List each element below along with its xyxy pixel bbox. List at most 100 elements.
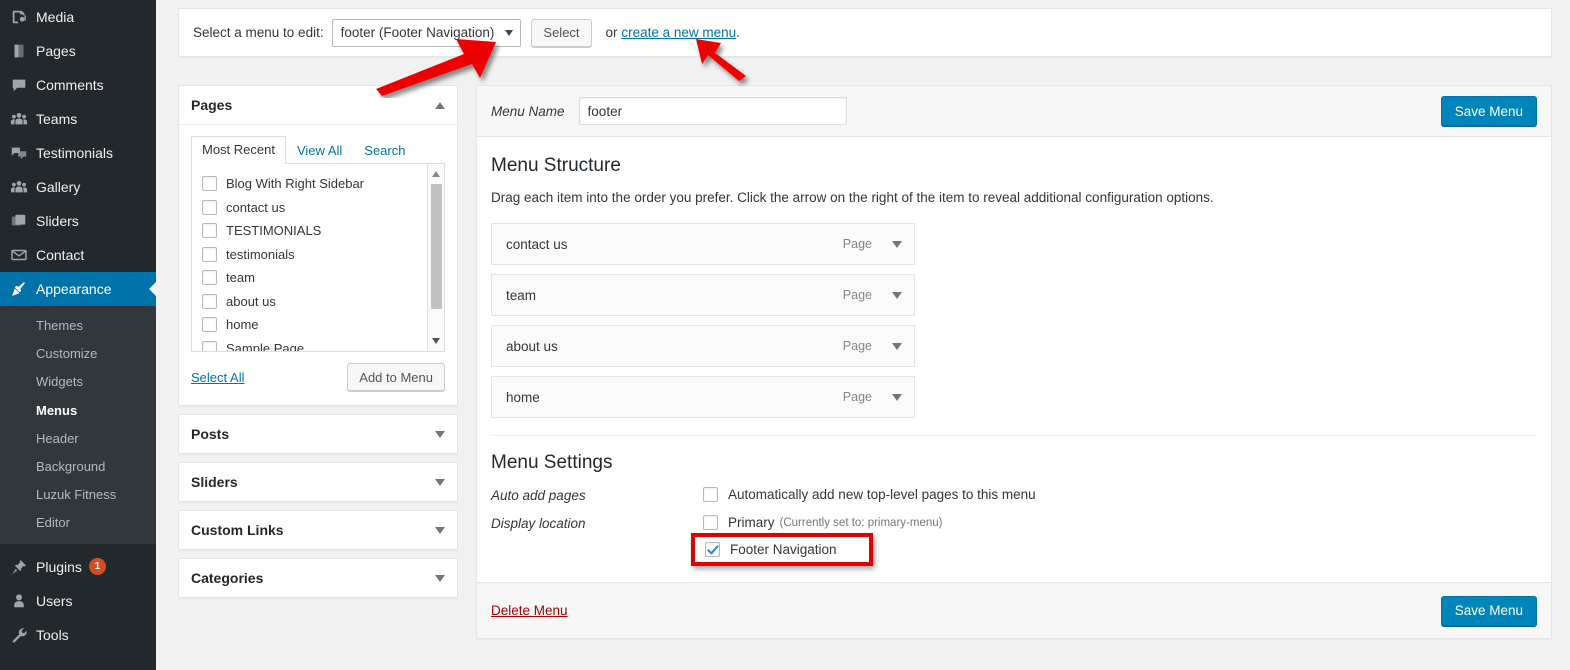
submenu-item-widgets[interactable]: Widgets	[0, 368, 156, 396]
primary-location-checkbox[interactable]	[703, 515, 718, 530]
create-new-menu-link[interactable]: create a new menu	[621, 25, 736, 40]
menu-select-dropdown[interactable]: footer (Footer Navigation)	[331, 18, 522, 47]
page-checkbox[interactable]	[202, 293, 217, 309]
chevron-down-icon[interactable]	[892, 342, 902, 350]
menu-editor-footer: Delete Menu Save Menu	[477, 582, 1551, 638]
sidebar-item-sliders[interactable]: Sliders	[0, 204, 156, 238]
sidebar-item-pages[interactable]: Pages	[0, 34, 156, 68]
sidebar-item-label: Testimonials	[36, 145, 114, 161]
submenu-item-customize[interactable]: Customize	[0, 340, 156, 368]
categories-postbox-header[interactable]: Categories	[179, 559, 457, 597]
posts-postbox[interactable]: Posts	[178, 414, 458, 454]
menu-structure-body: Menu Structure Drag each item into the o…	[477, 137, 1551, 566]
sliders-postbox-header[interactable]: Sliders	[179, 463, 457, 501]
tab-view-all[interactable]: View All	[286, 137, 353, 164]
sliders-postbox[interactable]: Sliders	[178, 462, 458, 502]
select-all-link[interactable]: Select All	[191, 370, 244, 385]
chevron-down-icon[interactable]	[892, 291, 902, 299]
list-item[interactable]: about us	[202, 290, 444, 314]
save-menu-button-top[interactable]: Save Menu	[1440, 96, 1537, 126]
pages-list-scrollbar[interactable]	[427, 164, 444, 351]
submenu-item-menus[interactable]: Menus	[0, 397, 156, 425]
menu-select-bar: Select a menu to edit: footer (Footer Na…	[178, 8, 1552, 57]
sidebar-item-comments[interactable]: Comments	[0, 68, 156, 102]
pages-icon	[10, 42, 36, 60]
menu-name-input[interactable]	[578, 97, 847, 125]
menu-select-value: footer (Footer Navigation)	[340, 25, 495, 40]
tab-search[interactable]: Search	[353, 137, 416, 164]
list-item[interactable]: home	[202, 313, 444, 337]
sidebar-item-media[interactable]: Media	[0, 0, 156, 34]
scroll-up-icon[interactable]	[432, 171, 440, 177]
submenu-item-header[interactable]: Header	[0, 425, 156, 453]
page-checkbox[interactable]	[202, 176, 217, 192]
page-checkbox[interactable]	[202, 246, 217, 262]
table-row[interactable]: home Page	[491, 376, 915, 418]
auto-add-pages-option[interactable]: Automatically add new top-level pages to…	[703, 487, 1537, 502]
menu-structure-heading: Menu Structure	[491, 155, 621, 176]
auto-add-pages-checkbox[interactable]	[703, 487, 718, 502]
submenu-item-background[interactable]: Background	[0, 453, 156, 481]
submenu-item-editor[interactable]: Editor	[0, 509, 156, 537]
scroll-down-icon[interactable]	[432, 338, 440, 344]
pages-tabs: Most Recent View All Search	[191, 135, 445, 164]
chevron-down-icon[interactable]	[892, 240, 902, 248]
auto-add-pages-text: Automatically add new top-level pages to…	[728, 487, 1036, 502]
page-label: Sample Page	[226, 340, 305, 352]
list-item[interactable]: Sample Page	[202, 337, 444, 352]
page-checkbox[interactable]	[202, 223, 217, 239]
select-button[interactable]: Select	[531, 18, 592, 47]
table-row[interactable]: team Page	[491, 274, 915, 316]
sidebar-item-tools[interactable]: Tools	[0, 618, 156, 652]
add-to-menu-button[interactable]: Add to Menu	[347, 363, 445, 391]
sidebar-item-users[interactable]: Users	[0, 584, 156, 618]
page-checkbox[interactable]	[202, 317, 217, 333]
tab-most-recent[interactable]: Most Recent	[191, 136, 286, 164]
page-checkbox[interactable]	[202, 340, 217, 351]
table-row[interactable]: about us Page	[491, 325, 915, 367]
delete-menu-link[interactable]: Delete Menu	[491, 603, 568, 618]
list-item[interactable]: Blog With Right Sidebar	[202, 172, 444, 196]
menu-editor-column: Menu Name Save Menu Menu Structure Drag …	[476, 85, 1552, 639]
sidebar-item-label: Tools	[36, 626, 69, 643]
list-item[interactable]: team	[202, 266, 444, 290]
categories-postbox[interactable]: Categories	[178, 558, 458, 598]
chevron-down-icon[interactable]	[435, 430, 445, 438]
submenu-item-themes[interactable]: Themes	[0, 312, 156, 340]
table-row[interactable]: contact us Page	[491, 223, 915, 265]
sidebar-item-gallery[interactable]: Gallery	[0, 170, 156, 204]
custom-links-postbox-header[interactable]: Custom Links	[179, 511, 457, 549]
sidebar-item-plugins[interactable]: Plugins 1	[0, 550, 156, 584]
list-item[interactable]: testimonials	[202, 243, 444, 267]
scrollbar-thumb[interactable]	[431, 184, 442, 309]
pages-list-inner: Blog With Right Sidebar contact us TESTI…	[192, 164, 444, 352]
sidebar-item-testimonials[interactable]: Testimonials	[0, 136, 156, 170]
media-icon	[10, 8, 36, 26]
list-item[interactable]: contact us	[202, 196, 444, 220]
custom-links-postbox[interactable]: Custom Links	[178, 510, 458, 550]
chevron-up-icon[interactable]	[435, 101, 445, 109]
tools-icon	[10, 626, 36, 644]
chevron-down-icon[interactable]	[435, 526, 445, 534]
custom-links-postbox-title: Custom Links	[191, 522, 284, 538]
page-checkbox[interactable]	[202, 270, 217, 286]
posts-postbox-header[interactable]: Posts	[179, 415, 457, 453]
sidebar-item-contact[interactable]: Contact	[0, 238, 156, 272]
plugins-update-badge: 1	[88, 558, 106, 575]
chevron-down-icon[interactable]	[892, 393, 902, 401]
save-menu-button-bottom[interactable]: Save Menu	[1440, 595, 1537, 626]
chevron-down-icon[interactable]	[435, 478, 445, 486]
list-item[interactable]: TESTIMONIALS	[202, 219, 444, 243]
submenu-item-luzuk-fitness[interactable]: Luzuk Fitness	[0, 481, 156, 509]
chevron-down-icon[interactable]	[435, 574, 445, 582]
sidebar-item-appearance[interactable]: Appearance	[0, 272, 156, 306]
footer-navigation-checkbox[interactable]	[705, 542, 720, 557]
page-checkbox[interactable]	[202, 199, 217, 215]
location-option-footer-navigation[interactable]: Footer Navigation	[705, 542, 837, 557]
menu-item-title: home	[506, 389, 540, 405]
location-option-primary[interactable]: Primary (Currently set to: primary-menu)	[703, 515, 1537, 530]
sidebar-item-teams[interactable]: Teams	[0, 102, 156, 136]
pages-postbox-header[interactable]: Pages	[179, 86, 457, 124]
page-label: Blog With Right Sidebar	[226, 176, 365, 192]
categories-postbox-title: Categories	[191, 570, 264, 586]
